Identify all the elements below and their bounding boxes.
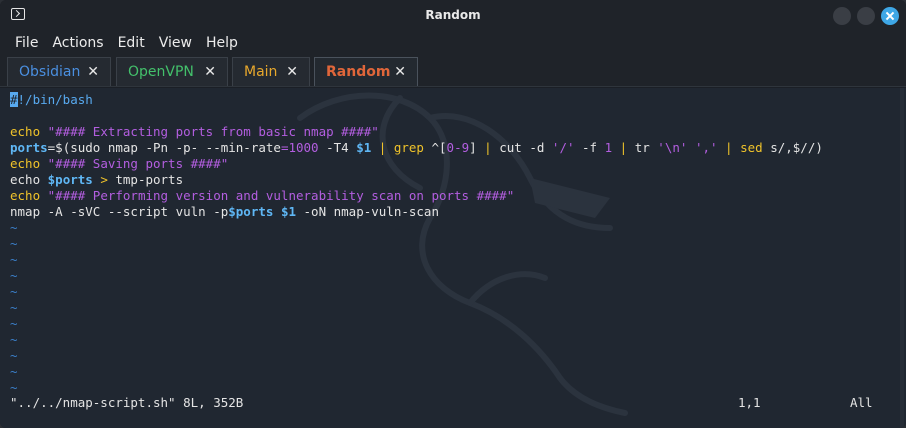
close-icon[interactable]: ✕	[286, 64, 298, 80]
empty-line-marker: ~	[10, 300, 18, 315]
tab-openvpn[interactable]: OpenVPN ✕	[116, 57, 228, 86]
tab-main[interactable]: Main ✕	[232, 57, 310, 86]
code-line-5: echo "#### Saving ports ####"	[10, 156, 229, 171]
menu-actions[interactable]: Actions	[45, 35, 110, 51]
status-scroll-position: All	[850, 395, 873, 410]
empty-line-marker: ~	[10, 380, 18, 395]
menu-help[interactable]: Help	[199, 35, 245, 51]
close-icon[interactable]: ✕	[204, 64, 216, 80]
scrollbar[interactable]	[898, 88, 906, 428]
code-line-4: ports=$(sudo nmap -Pn -p- --min-rate=100…	[10, 140, 823, 155]
minimize-button[interactable]	[833, 7, 851, 25]
menu-edit[interactable]: Edit	[111, 35, 152, 51]
menu-bar: File Actions Edit View Help	[0, 32, 906, 54]
tab-label: Obsidian	[19, 64, 81, 80]
terminal-pane[interactable]: #!/bin/bash echo "#### Extracting ports …	[0, 88, 906, 428]
tab-obsidian[interactable]: Obsidian ✕	[7, 57, 111, 86]
empty-line-marker: ~	[10, 220, 18, 235]
status-cursor-position: 1,1	[738, 395, 761, 410]
empty-line-marker: ~	[10, 252, 18, 267]
code-line-6: echo $ports > tmp-ports	[10, 172, 184, 187]
code-line-8: nmap -A -sVC --script vuln -p$ports $1 -…	[10, 204, 439, 219]
tab-random[interactable]: Random ✕	[314, 57, 418, 86]
menu-view[interactable]: View	[152, 35, 199, 51]
empty-line-marker: ~	[10, 236, 18, 251]
title-bar[interactable]: Random	[0, 0, 906, 32]
window-title: Random	[425, 8, 481, 22]
status-file-info: "../../nmap-script.sh" 8L, 352B	[10, 395, 244, 410]
code-line-1: #!/bin/bash	[10, 92, 93, 107]
tab-label: OpenVPN	[128, 64, 194, 80]
close-icon[interactable]: ✕	[87, 64, 99, 80]
empty-line-marker: ~	[10, 364, 18, 379]
empty-line-marker: ~	[10, 348, 18, 363]
tab-label: Main	[244, 64, 278, 80]
maximize-button[interactable]	[857, 7, 875, 25]
terminal-window: Random File Actions Edit View Help Obsid…	[0, 0, 906, 428]
code-line-7: echo "#### Performing version and vulner…	[10, 188, 515, 203]
empty-line-marker: ~	[10, 268, 18, 283]
empty-line-marker: ~	[10, 316, 18, 331]
tab-bar: Obsidian ✕ OpenVPN ✕ Main ✕ Random ✕	[0, 54, 906, 87]
empty-line-marker: ~	[10, 284, 18, 299]
tab-label: Random	[326, 64, 391, 80]
close-icon[interactable]: ✕	[394, 64, 406, 80]
close-window-button[interactable]	[881, 7, 899, 25]
menu-file[interactable]: File	[8, 35, 45, 51]
code-line-3: echo "#### Extracting ports from basic n…	[10, 124, 379, 139]
empty-line-marker: ~	[10, 332, 18, 347]
